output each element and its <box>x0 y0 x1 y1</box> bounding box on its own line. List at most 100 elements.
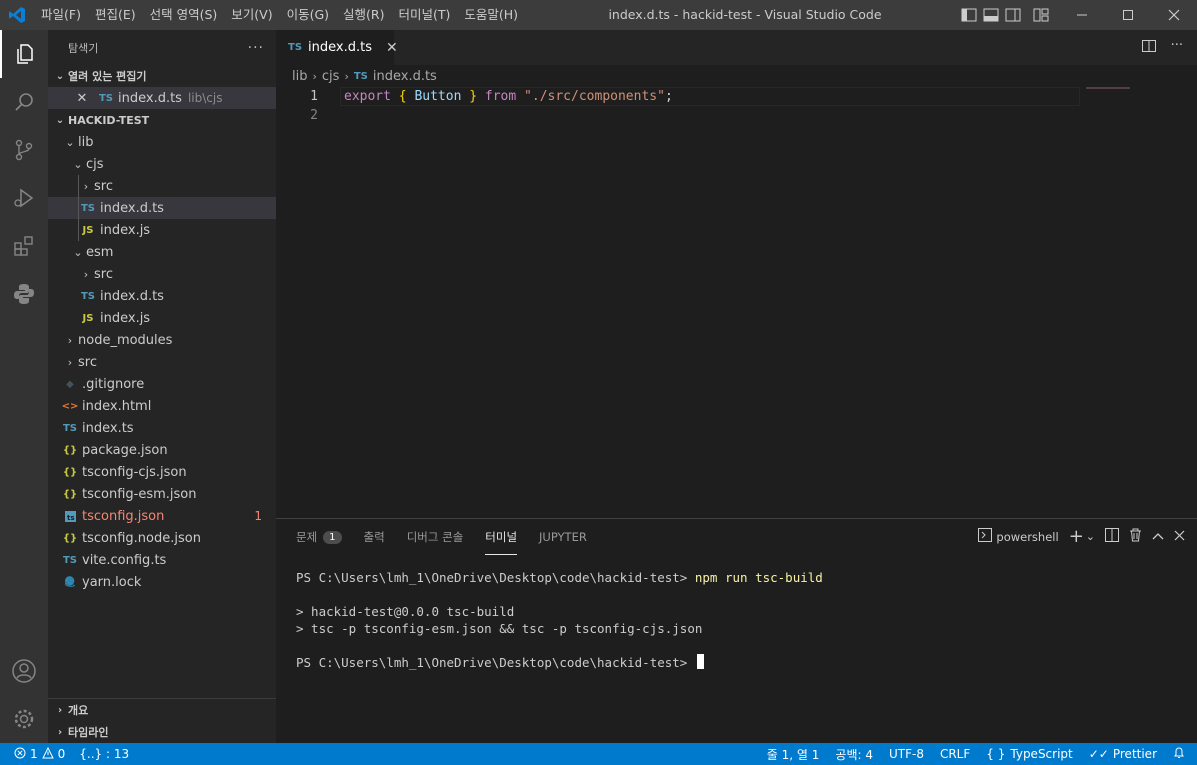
tree-folder-src[interactable]: › src <box>48 351 276 373</box>
encoding[interactable]: UTF-8 <box>889 747 924 761</box>
tree-file-yarn-lock[interactable]: 🧶︎ yarn.lock <box>48 571 276 593</box>
tree-file-index-html[interactable]: <> index.html <box>48 395 276 417</box>
check-double-icon: ✓✓ <box>1088 747 1109 761</box>
tree-folder-cjs[interactable]: ⌄ cjs <box>48 153 276 175</box>
tree-file-tsconfig-node[interactable]: {} tsconfig.node.json <box>48 527 276 549</box>
outline-section[interactable]: › 개요 <box>48 699 276 721</box>
more-actions-icon[interactable]: ··· <box>248 40 264 56</box>
menu-selection[interactable]: 선택 영역(S) <box>143 0 225 30</box>
tree-file-tsconfig-esm[interactable]: {} tsconfig-esm.json <box>48 483 276 505</box>
tree-file-cjs-index-d-ts[interactable]: TS index.d.ts <box>48 197 276 219</box>
braces-icon: { } <box>986 747 1006 761</box>
tree-folder-lib[interactable]: ⌄ lib <box>48 131 276 153</box>
maximize-panel-icon[interactable] <box>1152 530 1164 544</box>
new-terminal-icon[interactable]: + <box>1069 527 1084 545</box>
terminal-shell-label[interactable]: powershell <box>996 530 1058 544</box>
tree-file-tsconfig-json[interactable]: ts tsconfig.json 1 <box>48 505 276 527</box>
menu-go[interactable]: 이동(G) <box>280 0 336 30</box>
breadcrumb-item[interactable]: cjs <box>322 69 340 84</box>
search-icon[interactable] <box>0 78 48 126</box>
breadcrumb-item[interactable]: index.d.ts <box>373 69 437 84</box>
problems-status[interactable]: 1 0 <box>14 746 65 762</box>
javascript-file-icon: JS <box>82 312 94 324</box>
tab-label: index.d.ts <box>308 40 372 55</box>
tab-jupyter[interactable]: JUPYTER <box>539 519 587 555</box>
tree-folder-esm[interactable]: ⌄ esm <box>48 241 276 263</box>
toggle-secondary-sidebar-icon[interactable] <box>1004 6 1022 24</box>
chevron-down-icon[interactable]: ⌄ <box>1086 530 1095 543</box>
tree-label: src <box>78 354 97 370</box>
code-editor[interactable]: 1 export { Button } from "./src/componen… <box>276 87 1197 518</box>
maximize-icon[interactable] <box>1105 0 1151 30</box>
account-icon[interactable] <box>0 647 48 695</box>
json-symbols-status[interactable]: {..} : 13 <box>79 747 129 761</box>
extensions-icon[interactable] <box>0 222 48 270</box>
tab-index-d-ts[interactable]: TS index.d.ts ✕ <box>276 30 398 65</box>
tree-file-vite-config[interactable]: TS vite.config.ts <box>48 549 276 571</box>
indentation[interactable]: 공백: 4 <box>835 746 873 763</box>
tab-debug-console[interactable]: 디버그 콘솔 <box>407 519 464 555</box>
source-control-icon[interactable] <box>0 126 48 174</box>
tree-folder-node-modules[interactable]: › node_modules <box>48 329 276 351</box>
tree-folder-cjs-src[interactable]: › src <box>48 175 276 197</box>
explorer-icon[interactable] <box>0 30 48 78</box>
tab-output[interactable]: 출력 <box>364 519 385 555</box>
tree-file-esm-index-js[interactable]: JS index.js <box>48 307 276 329</box>
tree-file-tsconfig-cjs[interactable]: {} tsconfig-cjs.json <box>48 461 276 483</box>
close-window-icon[interactable] <box>1151 0 1197 30</box>
breadcrumb-item[interactable]: lib <box>292 69 307 84</box>
tree-file-gitignore[interactable]: ◆ .gitignore <box>48 373 276 395</box>
tree-file-esm-index-d-ts[interactable]: TS index.d.ts <box>48 285 276 307</box>
manage-gear-icon[interactable] <box>0 695 48 743</box>
customize-layout-icon[interactable] <box>1032 6 1050 24</box>
split-editor-icon[interactable] <box>1141 38 1157 58</box>
tab-label: 문제 <box>296 530 318 544</box>
terminal-output[interactable]: PS C:\Users\lmh_1\OneDrive\Desktop\code\… <box>296 569 823 671</box>
yarn-file-icon: 🧶︎ <box>63 576 77 588</box>
close-panel-icon[interactable] <box>1174 530 1185 544</box>
open-editor-item[interactable]: ✕ TS index.d.ts lib\cjs <box>48 87 276 109</box>
indent-guide <box>78 175 79 197</box>
menu-help[interactable]: 도움말(H) <box>457 0 525 30</box>
menu-terminal[interactable]: 터미널(T) <box>392 0 458 30</box>
cursor-position[interactable]: 줄 1, 열 1 <box>767 746 820 763</box>
project-section[interactable]: ⌄ HACKID-TEST <box>48 109 276 131</box>
menu-file[interactable]: 파일(F) <box>34 0 88 30</box>
menu-run[interactable]: 실행(R) <box>336 0 391 30</box>
toggle-panel-icon[interactable] <box>982 6 1000 24</box>
language-mode[interactable]: { } TypeScript <box>986 747 1072 761</box>
explorer-sidebar: 탐색기 ··· ⌄ 열려 있는 편집기 ✕ TS index.d.ts lib\… <box>48 30 276 743</box>
tree-file-package-json[interactable]: {} package.json <box>48 439 276 461</box>
end-of-line[interactable]: CRLF <box>940 747 970 761</box>
panel-tabs: 문제 1 출력 디버그 콘솔 터미널 JUPYTER <box>296 519 587 555</box>
timeline-section[interactable]: › 타임라인 <box>48 721 276 743</box>
tree-label: yarn.lock <box>82 574 142 590</box>
menu-view[interactable]: 보기(V) <box>224 0 279 30</box>
minimap[interactable] <box>1086 87 1130 89</box>
svg-text:ts: ts <box>67 514 75 522</box>
tab-terminal[interactable]: 터미널 <box>485 519 518 555</box>
python-icon[interactable] <box>0 270 48 318</box>
prettier-status[interactable]: ✓✓ Prettier <box>1089 747 1157 761</box>
more-actions-icon[interactable]: ··· <box>1171 38 1183 58</box>
chevron-right-icon: › <box>67 333 73 347</box>
tree-label: esm <box>86 244 114 260</box>
trash-icon[interactable] <box>1129 528 1142 545</box>
tree-folder-esm-src[interactable]: › src <box>48 263 276 285</box>
tab-problems[interactable]: 문제 1 <box>296 519 342 555</box>
notifications-bell-icon[interactable] <box>1173 746 1185 762</box>
tree-label: src <box>94 178 113 194</box>
open-editors-section[interactable]: ⌄ 열려 있는 편집기 <box>48 65 276 87</box>
tree-file-cjs-index-js[interactable]: JS index.js <box>48 219 276 241</box>
minimize-icon[interactable] <box>1059 0 1105 30</box>
open-editor-name: index.d.ts <box>118 90 182 106</box>
toggle-primary-sidebar-icon[interactable] <box>960 6 978 24</box>
close-tab-icon[interactable]: ✕ <box>386 40 398 56</box>
run-debug-icon[interactable] <box>0 174 48 222</box>
chevron-right-icon: › <box>83 267 89 281</box>
tree-file-index-ts[interactable]: TS index.ts <box>48 417 276 439</box>
close-icon[interactable]: ✕ <box>74 91 90 106</box>
menu-edit[interactable]: 편집(E) <box>88 0 143 30</box>
split-terminal-icon[interactable] <box>1105 528 1119 545</box>
breadcrumb: lib › cjs › TS index.d.ts <box>276 65 1197 87</box>
